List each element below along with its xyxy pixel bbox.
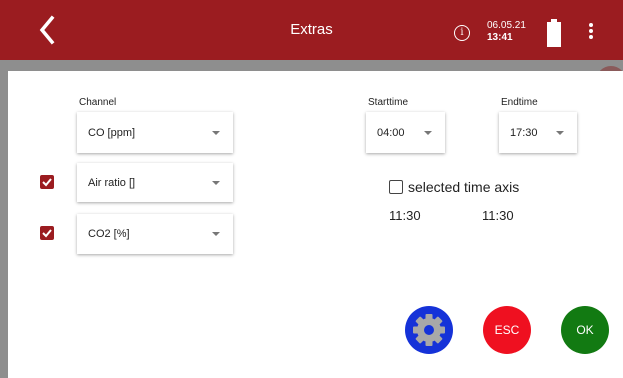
settings-button[interactable] [405, 306, 453, 354]
gear-icon [413, 314, 445, 346]
page-title: Extras [290, 21, 333, 38]
ok-button[interactable]: OK [561, 306, 609, 354]
status-date: 06.05.21 [487, 20, 526, 31]
info-icon[interactable]: i [454, 25, 470, 41]
endtime-dropdown[interactable]: 17:30 [499, 112, 577, 153]
status-time: 13:41 [487, 32, 513, 43]
time-axis-checkbox[interactable] [389, 180, 403, 194]
channel-dropdown-2-value: Air ratio [] [88, 176, 136, 189]
starttime-label: Starttime [368, 97, 409, 108]
kebab-menu-icon[interactable] [588, 22, 594, 42]
dropdown-arrow-icon [424, 130, 432, 135]
battery-full-icon [547, 19, 561, 47]
starttime-value: 04:00 [377, 126, 405, 139]
channel-label: Channel [79, 97, 117, 108]
channel-2-checkbox[interactable] [40, 175, 54, 189]
top-bar: Extras i 06.05.21 13:41 [0, 0, 623, 60]
checkmark-icon [42, 178, 52, 187]
axis-end-time: 11:30 [482, 208, 514, 223]
time-axis-label: selected time axis [408, 179, 520, 195]
channel-dropdown-3[interactable]: CO2 [%] [77, 214, 233, 254]
channel-dropdown-1[interactable]: CO [ppm] [77, 112, 233, 153]
axis-start-time: 11:30 [389, 208, 421, 223]
channel-dropdown-1-value: CO [ppm] [88, 126, 136, 139]
dropdown-arrow-icon [556, 130, 564, 135]
endtime-value: 17:30 [510, 126, 538, 139]
esc-button[interactable]: ESC [483, 306, 531, 354]
channel-dropdown-2[interactable]: Air ratio [] [77, 163, 233, 202]
endtime-label: Endtime [501, 97, 538, 108]
dropdown-arrow-icon [212, 232, 220, 236]
channel-3-checkbox[interactable] [40, 226, 54, 240]
dropdown-arrow-icon [212, 180, 220, 185]
checkmark-icon [42, 229, 52, 238]
starttime-dropdown[interactable]: 04:00 [366, 112, 445, 153]
dropdown-arrow-icon [212, 130, 220, 135]
channel-dropdown-3-value: CO2 [%] [88, 228, 130, 240]
